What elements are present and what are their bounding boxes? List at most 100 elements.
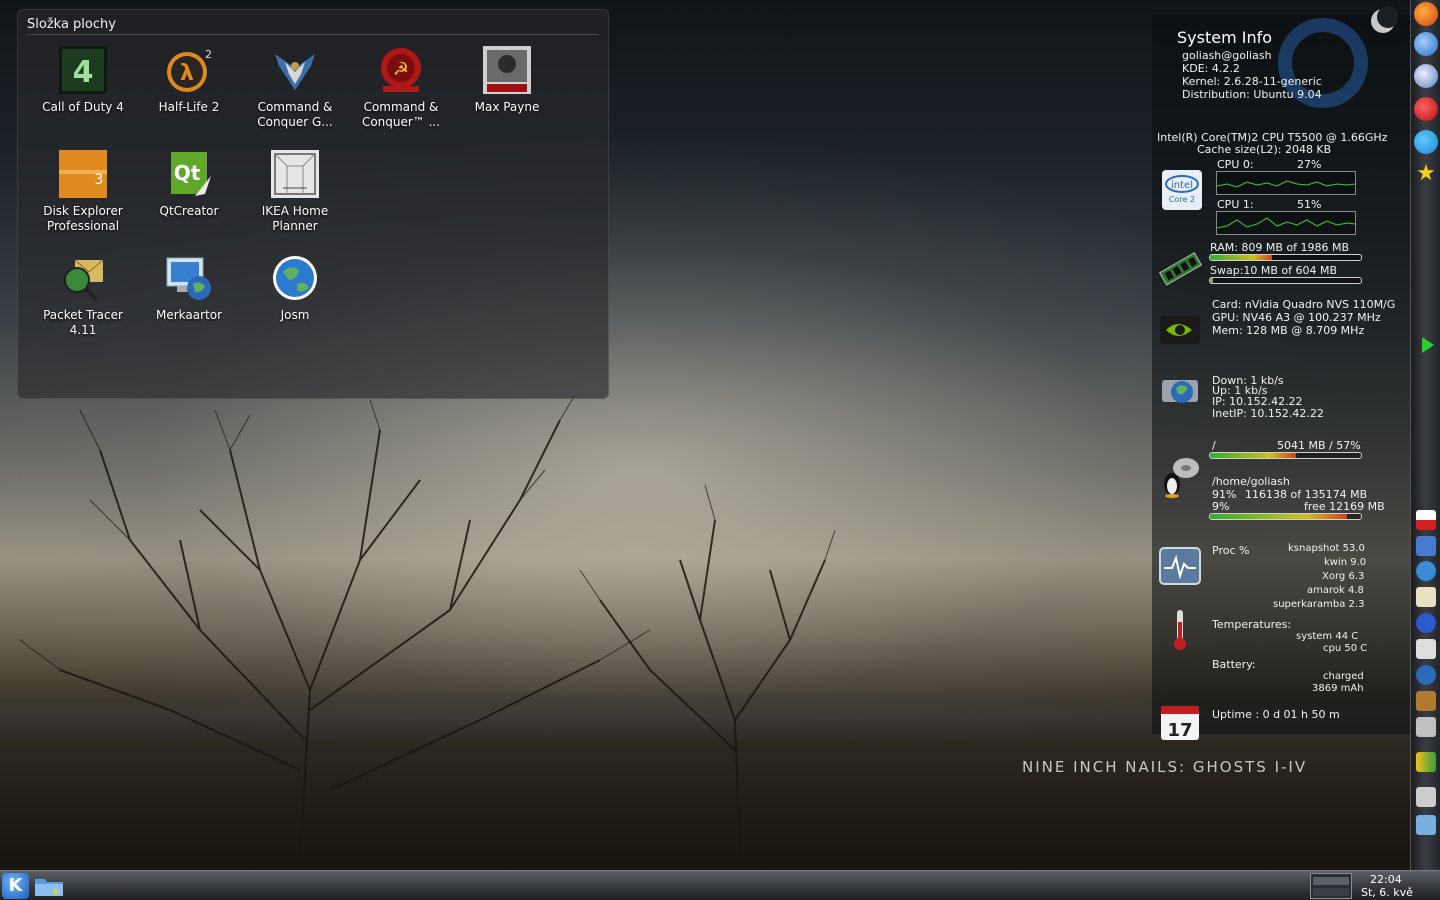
svg-text:☭: ☭: [393, 59, 409, 80]
desktop-icon-label: Josm: [280, 308, 310, 322]
cpu-cache: Cache size(L2): 2048 KB: [1197, 143, 1332, 156]
calendar-icon: 17: [1158, 700, 1202, 744]
red-alert-3-icon: ☭: [377, 46, 425, 94]
root-fs-mount: /: [1212, 439, 1216, 452]
desktop-icon-label: Max Payne: [474, 100, 540, 114]
home-fs-bar: [1209, 513, 1362, 520]
swap-bar: [1209, 277, 1362, 284]
expand-arrow-icon[interactable]: [1414, 333, 1438, 357]
keyboard-layout-icon[interactable]: [1416, 510, 1436, 530]
desktop-icon-red-alert-3[interactable]: ☭ Command & Conquer™ ...: [348, 46, 454, 130]
desktop-icon-label: Call of Duty 4: [42, 100, 124, 114]
desktop-icon-ikea-home-planner[interactable]: IKEA Home Planner: [242, 150, 348, 234]
home-fs-free-pct: 9%: [1212, 500, 1230, 513]
thermometer-icon: [1158, 608, 1202, 652]
network-globe-icon: [1158, 368, 1202, 412]
process-item: kwin 9.0: [1324, 557, 1367, 568]
kde-menu-icon[interactable]: K: [2, 873, 29, 899]
wallpaper-caption: NINE INCH NAILS: GHOSTS I-IV: [1022, 758, 1308, 776]
command-conquer-generals-icon: [271, 46, 319, 94]
max-payne-icon: [483, 46, 531, 94]
desktop-icon-merkaartor[interactable]: Merkaartor: [136, 254, 242, 323]
home-fs-bar-fill: [1210, 514, 1348, 519]
home-fs-mount: /home/goliash: [1212, 475, 1290, 488]
ram-bar-fill: [1210, 255, 1272, 260]
ram-usage: RAM: 809 MB of 1986 MB: [1210, 241, 1350, 254]
clock-time[interactable]: 22:04: [1370, 873, 1402, 886]
desktop-icon-max-payne[interactable]: Max Payne: [454, 46, 560, 115]
desktop-icon-label: QtCreator: [159, 204, 219, 218]
folder-launcher-icon[interactable]: ★: [34, 875, 64, 898]
skype-icon[interactable]: [1414, 130, 1438, 154]
desktop-folder-widget[interactable]: Složka plochy 4 Call of Duty 4 λ2 Half-L…: [17, 9, 609, 399]
desktop-icon-command-conquer-generals[interactable]: Command & Conquer G...: [242, 46, 348, 130]
gpu-clock: GPU: NV46 A3 @ 100.237 MHz: [1212, 311, 1381, 324]
system-info-widget: System Info goliash@goliash KDE: 4.2.2 K…: [1152, 14, 1410, 741]
nvidia-icon: [1158, 308, 1202, 352]
right-dock-panel: ★: [1410, 0, 1440, 870]
network-disconnected-icon[interactable]: [1416, 639, 1436, 659]
uptime: Uptime : 0 d 01 h 50 m: [1212, 708, 1340, 721]
bottom-taskbar: K ★ 22:04 St, 6. kvě: [0, 870, 1440, 900]
desktop-icon-qt-creator[interactable]: Qt QtCreator: [136, 150, 242, 219]
clock-date[interactable]: St, 6. kvě: [1361, 886, 1413, 899]
root-fs-bar-fill: [1210, 453, 1297, 458]
network-icon[interactable]: [1416, 561, 1436, 581]
swap-bar-fill: [1210, 278, 1214, 283]
desktop-icon-label: Command & Conquer™ ...: [361, 100, 441, 129]
klipper-icon[interactable]: [1416, 536, 1436, 556]
svg-text:4: 4: [73, 55, 94, 90]
system-user: goliash@goliash: [1182, 49, 1272, 62]
josm-icon: [271, 254, 319, 302]
favorites-star-icon[interactable]: ★: [1414, 162, 1438, 186]
desktop-icon-label: Merkaartor: [155, 308, 223, 322]
virtual-desktop-pager[interactable]: [1310, 873, 1352, 899]
desktop-icon-label: Packet Tracer 4.11: [43, 308, 123, 337]
proc-label: Proc %: [1212, 544, 1250, 557]
disk-explorer-icon: 3: [59, 150, 107, 198]
process-item: Xorg 6.3: [1322, 571, 1365, 582]
temperatures-label: Temperatures:: [1212, 618, 1292, 631]
chrome-icon[interactable]: [1414, 64, 1438, 88]
battery-icon[interactable]: [1416, 752, 1436, 772]
svg-text:3: 3: [95, 172, 104, 188]
desktop-icon-disk-explorer[interactable]: 3 Disk Explorer Professional: [30, 150, 136, 234]
svg-text:Core 2: Core 2: [1169, 195, 1195, 204]
battery-capacity: 3869 mAh: [1312, 683, 1364, 694]
desktop-icon-packet-tracer[interactable]: Packet Tracer 4.11: [30, 254, 136, 338]
kopete-icon[interactable]: [1416, 665, 1436, 685]
desktop-icon-call-of-duty-4[interactable]: 4 Call of Duty 4: [30, 46, 136, 115]
desktop-icon-josm[interactable]: Josm: [242, 254, 348, 323]
cpu0-label: CPU 0:: [1217, 158, 1254, 171]
kmail-icon[interactable]: [1414, 32, 1438, 56]
temp-system: system 44 C: [1296, 631, 1359, 642]
clipboard-icon[interactable]: [1416, 587, 1436, 607]
folder-widget-title: Složka plochy: [27, 17, 116, 32]
linux-tux-disk-icon: [1158, 454, 1202, 498]
desktop-icon-label: Disk Explorer Professional: [43, 204, 123, 233]
battery-label: Battery:: [1212, 658, 1256, 671]
cpu0-value: 27%: [1297, 158, 1322, 171]
process-item: ksnapshot 53.0: [1288, 543, 1365, 554]
volume-icon[interactable]: [1416, 717, 1436, 737]
desktop-icon-label: Command & Conquer G...: [257, 100, 333, 129]
svg-text:λ: λ: [180, 61, 194, 86]
desktop-toolbox-icon[interactable]: [1368, 6, 1399, 36]
battery-state: charged: [1323, 671, 1364, 682]
desktop-icon-half-life-2[interactable]: λ2 Half-Life 2: [136, 46, 242, 115]
process-monitor-icon: [1158, 544, 1202, 588]
merkaartor-icon: [165, 254, 213, 302]
suitcase-icon[interactable]: [1416, 691, 1436, 711]
bluetooth-icon[interactable]: [1416, 613, 1436, 633]
usb-device-icon[interactable]: [1416, 787, 1436, 807]
opera-icon[interactable]: [1414, 97, 1438, 121]
display-icon[interactable]: [1416, 815, 1436, 835]
system-distribution: Distribution: Ubuntu 9.04: [1182, 88, 1322, 101]
root-fs-bar: [1209, 452, 1362, 459]
firefox-icon[interactable]: [1414, 2, 1438, 26]
system-kde-version: KDE: 4.2.2: [1182, 62, 1240, 75]
svg-text:★: ★: [51, 887, 60, 897]
desktop-icon-label: IKEA Home Planner: [261, 204, 329, 233]
folder-widget-divider: [27, 34, 599, 35]
swap-usage: Swap:10 MB of 604 MB: [1210, 264, 1338, 277]
